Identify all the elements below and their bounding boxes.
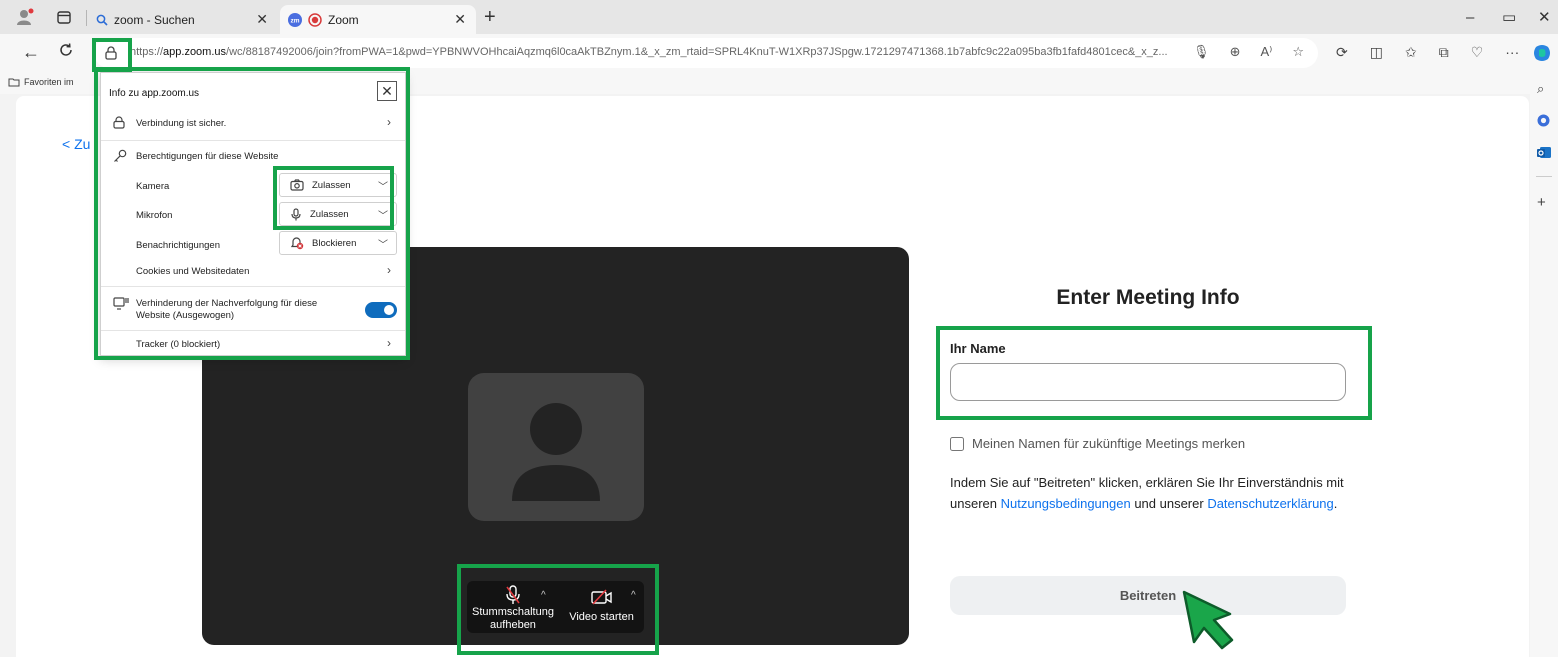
tab-close-icon[interactable]: ✕ — [256, 12, 268, 26]
tab-strip: zoom - Suchen ✕ zm Zoom ✕ + – ▭ ✕ — [0, 0, 1558, 34]
tab-label: zoom - Suchen — [114, 12, 195, 27]
split-screen-icon[interactable]: ◫ — [1370, 44, 1383, 61]
add-icon[interactable]: + — [1537, 195, 1546, 210]
join-button[interactable]: Beitreten — [950, 576, 1346, 615]
refresh-icon[interactable] — [58, 42, 74, 58]
tab-close-icon[interactable]: ✕ — [454, 12, 466, 26]
remember-name-option[interactable]: Meinen Namen für zukünftige Meetings mer… — [950, 436, 1245, 451]
remember-name-label: Meinen Namen für zukünftige Meetings mer… — [972, 436, 1246, 451]
cursor-pointer-icon — [1182, 590, 1238, 652]
close-window-icon[interactable]: ✕ — [1538, 10, 1551, 25]
url-actions: 🎙 ⊕ A⁾ ☆ — [1193, 44, 1304, 60]
tab-zoom[interactable]: zm Zoom ✕ — [280, 5, 476, 34]
extensions-icon[interactable]: ⟳ — [1336, 44, 1348, 61]
performance-icon[interactable]: ♡ — [1471, 44, 1484, 61]
user-silhouette-icon — [512, 403, 600, 501]
url-text[interactable]: https://app.zoom.us/wc/88187492006/join?… — [130, 46, 1200, 58]
toolbar-icons: ⟳ ◫ ✩ ⧉ ♡ ··· — [1336, 44, 1519, 61]
folder-icon — [8, 77, 20, 87]
favorites-folder[interactable]: Favoriten im — [8, 77, 74, 87]
read-aloud-icon[interactable]: A⁾ — [1260, 44, 1272, 60]
url-path: /wc/88187492006/join?fromPWA=1&pwd=YPBNW… — [226, 46, 1168, 58]
highlight-name-field — [936, 326, 1372, 420]
zoom-logo-icon: zm — [288, 12, 302, 27]
remember-name-checkbox[interactable] — [950, 436, 964, 451]
collections-icon[interactable]: ⧉ — [1439, 44, 1449, 61]
highlight-preview-controls — [457, 564, 659, 655]
outlook-icon[interactable] — [1537, 146, 1551, 159]
form-title: Enter Meeting Info — [1056, 286, 1240, 309]
profile-icon[interactable] — [14, 7, 36, 27]
search-icon[interactable]: ⌕ — [1537, 82, 1544, 96]
address-bar[interactable]: https://app.zoom.us/wc/88187492006/join?… — [94, 38, 1318, 68]
tab-zoom-search[interactable]: zoom - Suchen ✕ — [88, 5, 278, 34]
back-link[interactable]: < Zu — [62, 136, 90, 152]
zoom-in-icon[interactable]: ⊕ — [1230, 44, 1241, 60]
legal-text: Indem Sie auf "Beitreten" klicken, erklä… — [950, 472, 1360, 514]
svg-text:zm: zm — [290, 17, 299, 24]
workspaces-icon[interactable] — [56, 9, 72, 25]
back-arrow-icon[interactable]: ← — [22, 42, 40, 62]
minimize-icon[interactable]: – — [1466, 10, 1474, 25]
favorites-icon[interactable]: ✩ — [1405, 44, 1417, 61]
url-prefix: https:// — [130, 46, 164, 58]
right-sidebar: ⌕ + — [1530, 72, 1558, 657]
microphone-icon[interactable]: 🎙 — [1193, 44, 1210, 60]
favorite-star-icon[interactable]: ☆ — [1292, 44, 1304, 60]
new-tab-icon[interactable]: + — [484, 7, 496, 27]
restore-icon[interactable]: ▭ — [1502, 10, 1516, 25]
favorites-label: Favoriten im — [24, 77, 74, 87]
avatar — [468, 373, 644, 521]
url-host: app.zoom.us — [163, 46, 227, 58]
terms-link[interactable]: Nutzungsbedingungen — [1001, 496, 1131, 511]
copilot-app-icon[interactable] — [1537, 114, 1550, 127]
tab-label: Zoom — [328, 12, 359, 27]
search-icon — [96, 14, 108, 26]
copilot-icon[interactable] — [1532, 43, 1552, 63]
recording-icon — [308, 12, 322, 27]
highlight-permissions — [273, 166, 394, 230]
tab-separator — [86, 10, 87, 26]
sidebar-divider — [1536, 176, 1552, 177]
legal-suffix: . — [1333, 496, 1338, 511]
more-icon[interactable]: ··· — [1505, 44, 1519, 61]
privacy-link[interactable]: Datenschutzerklärung — [1207, 496, 1333, 511]
legal-middle: und unserer — [1130, 496, 1208, 511]
